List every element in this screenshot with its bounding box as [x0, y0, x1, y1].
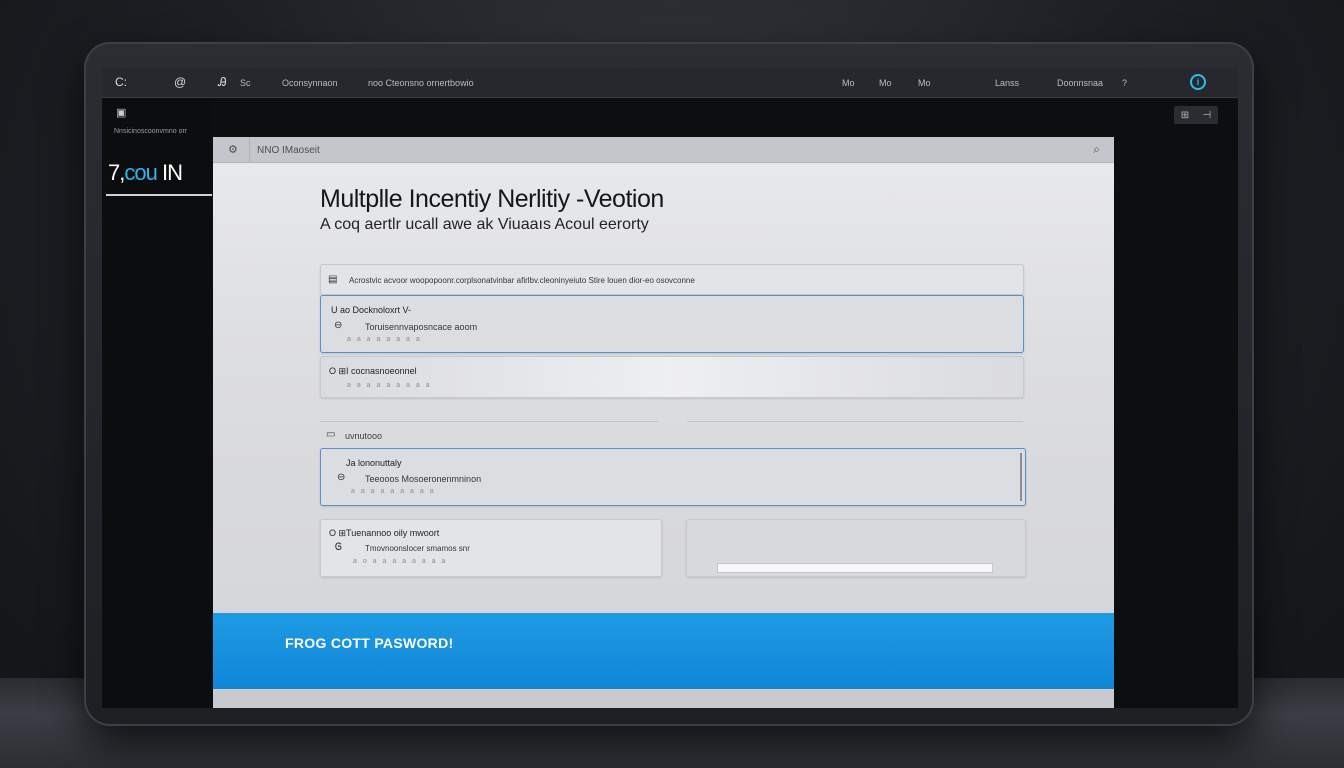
page-subtitle: A coq aertlr ucall awe ak Viuaaıs Acoul …	[320, 216, 649, 233]
option-card-1[interactable]: U ao Docknoloxrt V- ⊖ Toruisennvaposncac…	[320, 295, 1024, 353]
page-title: Multplle Incentiy Nerlitiy -Veotion	[320, 185, 664, 213]
menu-right-2[interactable]: Mo	[918, 78, 931, 88]
sidebar-text: Nnsicinoscoonvmno orr	[114, 128, 188, 135]
option-3-icon: ⊖	[337, 472, 346, 483]
grid-icon[interactable]: ⊞	[1181, 110, 1189, 121]
section-icon: ▭	[326, 429, 336, 440]
window-titlebar: ⚙ NNO IMaoseit ⌕	[213, 137, 1114, 163]
forgot-password-button[interactable]: FROG COTT PASWORD!	[285, 635, 453, 651]
window-title: NNO IMaoseit	[257, 145, 320, 156]
option-card-4[interactable]: O ⊞Tuenannoo oily mwoort Ꮆ Tmovnoonsloce…	[320, 519, 662, 577]
option-1-icon: ⊖	[334, 320, 343, 331]
menu-right-3[interactable]: Lanss	[995, 78, 1019, 88]
window-footer	[213, 689, 1114, 708]
brand-logo: 7,cou IN	[106, 158, 212, 196]
screen: C: @ Ꭿ Sc Oconsynnaon noo Cteonsno orner…	[102, 68, 1238, 708]
menu-right-5[interactable]: ?	[1122, 78, 1127, 88]
window-icon[interactable]: ▣	[116, 106, 126, 119]
main-window: ⚙ NNO IMaoseit ⌕ Multplle Incentiy Nerli…	[213, 137, 1114, 708]
menu-item-0[interactable]: C:	[115, 75, 127, 89]
option-1-desc: Toruisennvaposncace aoom	[365, 322, 478, 332]
logo-text-1: 7,	[108, 160, 125, 185]
notice-text: Acrostvic acvoor woopopoonr.corplsonatvi…	[349, 276, 695, 285]
sidebar: ▣ Nnsicinoscoonvmno orr 7,cou IN	[102, 98, 212, 708]
section-divider-right	[687, 421, 1023, 445]
option-4-title: O ⊞Tuenannoo oily mwoort	[329, 528, 440, 538]
option-card-3[interactable]: Ja lononuttaly ⊖ Teeooos Mosoeronenmnino…	[320, 448, 1026, 506]
info-icon[interactable]: i	[1190, 74, 1206, 90]
section-label: uvnutooo	[345, 431, 383, 441]
menu-item-3[interactable]: Sc	[240, 78, 251, 88]
option-4-meta: a o a a a a a a a a	[353, 558, 448, 565]
top-menu-bar: C: @ Ꭿ Sc Oconsynnaon noo Cteonsno orner…	[102, 68, 1238, 98]
logo-text-3: IN	[156, 160, 183, 185]
logo-text-2: cou	[124, 160, 157, 185]
menu-item-4[interactable]: Oconsynnaon	[282, 78, 338, 88]
notice-banner: ▤ Acrostvic acvoor woopopoonr.corplsonat…	[320, 264, 1024, 295]
option-1-title: U ao Docknoloxrt V-	[331, 305, 412, 315]
section-header: ▭ uvnutooo	[320, 421, 659, 445]
option-2-meta: a a a a a a a a a	[347, 382, 432, 389]
option-4-desc: Tmovnoonslocer smamos snr	[365, 544, 470, 553]
option-2-title: O ⊞I cocnasnoeonnel	[329, 366, 417, 376]
menu-item-2[interactable]: Ꭿ	[218, 75, 227, 90]
menu-right-0[interactable]: Mo	[842, 78, 855, 88]
settings-icon[interactable]: ⚙	[228, 143, 238, 156]
menu-right-1[interactable]: Mo	[879, 78, 892, 88]
option-4-icon: Ꮆ	[335, 542, 343, 553]
option-card-2[interactable]: O ⊞I cocnasnoeonnel a a a a a a a a a	[320, 356, 1024, 398]
search-icon[interactable]: ⌕	[1093, 142, 1100, 157]
notice-icon: ▤	[328, 274, 338, 285]
forgot-password-banner[interactable]: FROG COTT PASWORD!	[213, 613, 1114, 689]
option-3-meta: a a a a a a a a a	[351, 488, 436, 495]
view-tools: ⊞ ⊣	[1174, 106, 1218, 124]
option-3-desc: Teeooos Mosoeronenmninon	[365, 474, 482, 484]
input-card[interactable]	[686, 519, 1026, 577]
option-3-title: Ja lononuttaly	[346, 458, 402, 468]
menu-item-5[interactable]: noo Cteonsno ornertbowio	[368, 78, 474, 88]
scrollbar[interactable]	[1020, 453, 1022, 501]
split-icon[interactable]: ⊣	[1203, 110, 1212, 121]
menu-right-4[interactable]: Doonnsnaa	[1057, 78, 1103, 88]
menu-item-1[interactable]: @	[174, 75, 186, 89]
divider	[249, 137, 250, 163]
option-1-meta: a a a a a a a a	[347, 336, 422, 343]
text-input-field[interactable]	[717, 563, 993, 573]
